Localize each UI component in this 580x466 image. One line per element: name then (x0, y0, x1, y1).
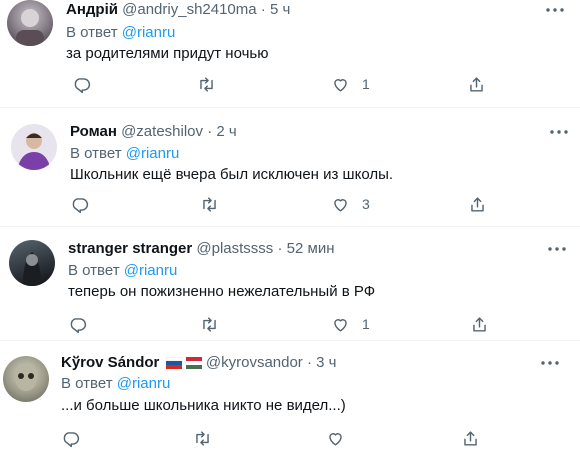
like-count: 1 (362, 76, 370, 92)
separator-dot: · (306, 354, 312, 371)
avatar[interactable] (11, 124, 57, 170)
share-button[interactable] (461, 428, 480, 448)
reply-prefix: В ответ (70, 145, 122, 162)
reply-prefix: В ответ (61, 375, 113, 392)
like-button[interactable]: 1 (331, 314, 370, 334)
tweet-text: теперь он пожизненно нежелательный в РФ (68, 283, 376, 300)
like-icon (334, 198, 347, 212)
like-count: 1 (362, 316, 370, 332)
retweet-button[interactable] (197, 74, 216, 94)
reply-prefix: В ответ (68, 262, 120, 279)
share-button[interactable] (467, 74, 486, 94)
reply-context: В ответ @rianru (66, 23, 175, 43)
avatar[interactable] (9, 240, 55, 286)
like-button[interactable] (326, 428, 357, 448)
tweet-text: ...и больше школьника никто не видел...) (61, 397, 346, 414)
share-icon (464, 430, 477, 446)
retweet-icon (203, 196, 216, 212)
author-handle[interactable]: @zateshilov (121, 123, 203, 140)
reply-icon (74, 77, 91, 93)
reply-button[interactable] (68, 314, 87, 334)
more-icon[interactable] (538, 353, 562, 373)
like-count: 3 (362, 196, 370, 212)
reply-button[interactable] (70, 194, 89, 214)
like-icon (334, 318, 347, 332)
avatar[interactable] (3, 356, 49, 402)
author-name[interactable]: Андрій (66, 1, 118, 18)
timestamp[interactable]: 5 ч (270, 1, 290, 18)
tweet-divider (0, 340, 580, 341)
more-icon[interactable] (547, 122, 571, 142)
retweet-icon (196, 430, 209, 446)
separator-dot: · (260, 1, 266, 18)
retweet-icon (200, 76, 213, 92)
timestamp[interactable]: 3 ч (316, 354, 336, 371)
reply-button[interactable] (61, 428, 80, 448)
like-icon (334, 78, 347, 92)
retweet-icon (203, 316, 216, 332)
reply-context: В ответ @rianru (68, 261, 177, 281)
avatar[interactable] (7, 0, 53, 46)
tweet-divider (0, 107, 580, 108)
share-button[interactable] (468, 194, 487, 214)
reply-prefix: В ответ (66, 24, 118, 41)
like-button[interactable]: 1 (331, 74, 370, 94)
timestamp[interactable]: 2 ч (216, 123, 236, 140)
share-icon (470, 76, 483, 92)
reply-mention-link[interactable]: @rianru (117, 375, 171, 392)
author-name[interactable]: Роман (70, 123, 117, 140)
tweet-text: за родителями придут ночью (66, 45, 269, 62)
author-handle[interactable]: @kyrovsandor (206, 354, 303, 371)
like-icon (329, 432, 342, 446)
name-flags (165, 355, 202, 375)
reply-button[interactable] (72, 74, 91, 94)
tweet-divider (0, 226, 580, 227)
share-icon (471, 196, 484, 212)
retweet-button[interactable] (200, 314, 219, 334)
reply-mention-link[interactable]: @rianru (126, 145, 180, 162)
author-name[interactable]: stranger stranger (68, 240, 192, 257)
tweet-text: Школьник ещё вчера был исключен из школы… (70, 166, 394, 183)
author-name[interactable]: Kўrov Sándor (61, 354, 159, 371)
separator-dot: · (207, 123, 213, 140)
author-handle[interactable]: @andriy_sh2410ma (122, 1, 256, 18)
reply-context: В ответ @rianru (61, 374, 170, 394)
flag-hungary-icon (185, 357, 202, 369)
like-button[interactable]: 3 (331, 194, 370, 214)
reply-icon (72, 197, 89, 213)
separator-dot: · (277, 240, 283, 257)
more-icon[interactable] (545, 239, 569, 259)
more-icon[interactable] (543, 0, 567, 20)
author-handle[interactable]: @plastssss (196, 240, 273, 257)
retweet-button[interactable] (200, 194, 219, 214)
timestamp[interactable]: 52 мин (287, 240, 335, 257)
reply-mention-link[interactable]: @rianru (124, 262, 178, 279)
share-button[interactable] (470, 314, 489, 334)
flag-russia-icon (165, 356, 182, 369)
reply-icon (63, 431, 80, 447)
retweet-button[interactable] (193, 428, 212, 448)
share-icon (473, 316, 486, 332)
reply-mention-link[interactable]: @rianru (122, 24, 176, 41)
reply-icon (70, 317, 87, 333)
reply-context: В ответ @rianru (70, 144, 179, 164)
